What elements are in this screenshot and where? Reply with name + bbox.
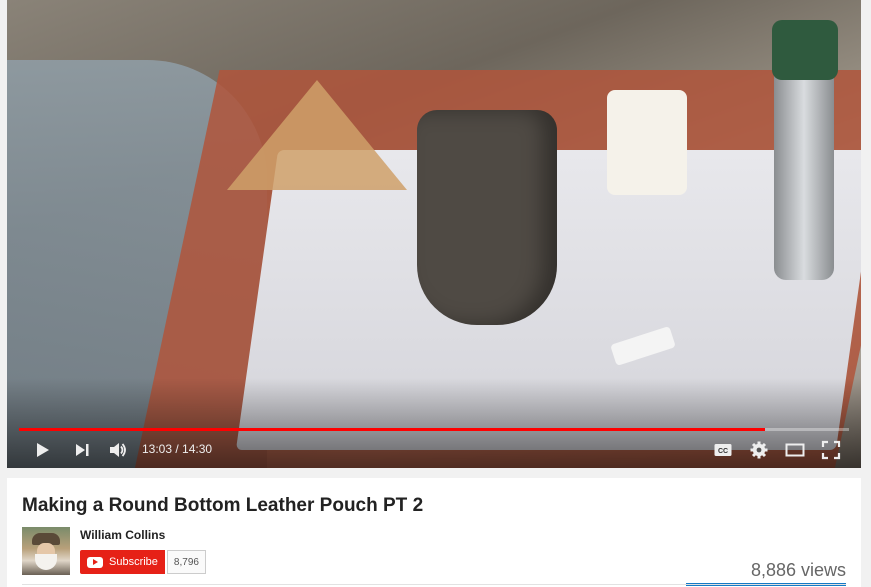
avatar-beard: [35, 554, 57, 570]
captions-icon: CC: [714, 444, 732, 456]
player-controls: 13:03 / 14:30 CC: [7, 432, 861, 468]
subscribe-button[interactable]: Subscribe: [80, 550, 165, 574]
next-icon: [76, 444, 89, 456]
view-count: 8,886 views: [750, 560, 846, 580]
play-icon: [37, 443, 49, 457]
video-info-panel: Making a Round Bottom Leather Pouch PT 2…: [7, 478, 861, 587]
next-button[interactable]: [69, 438, 95, 462]
theater-icon: [785, 443, 805, 457]
settings-button[interactable]: [746, 438, 772, 462]
play-button[interactable]: [29, 438, 55, 462]
video-player[interactable]: 13:03 / 14:30 CC: [7, 0, 861, 468]
youtube-logo-icon: [87, 556, 103, 568]
fullscreen-button[interactable]: [818, 438, 844, 462]
subscribe-label: Subscribe: [109, 556, 158, 568]
fullscreen-icon: [821, 440, 841, 460]
subscriber-count: 8,796: [166, 550, 206, 574]
captions-button[interactable]: CC: [710, 438, 736, 462]
progress-played: [19, 428, 766, 431]
video-title: Making a Round Bottom Leather Pouch PT 2: [22, 495, 424, 516]
video-frame-pouch: [417, 110, 557, 325]
volume-icon: [110, 443, 126, 457]
progress-bar[interactable]: [19, 428, 849, 431]
time-display: 13:03 / 14:30: [142, 442, 213, 456]
settings-icon: [750, 441, 768, 459]
volume-button[interactable]: [105, 438, 131, 462]
video-frame-triangle: [227, 80, 407, 190]
video-frame-bottle-cap: [772, 20, 838, 80]
theater-mode-button[interactable]: [782, 438, 808, 462]
channel-avatar[interactable]: [22, 527, 70, 575]
subscribe-group: Subscribe 8,796: [80, 550, 206, 574]
svg-text:CC: CC: [718, 448, 728, 455]
video-frame-jar: [607, 90, 687, 195]
channel-name-link[interactable]: William Collins: [80, 528, 165, 542]
divider: [22, 584, 846, 585]
